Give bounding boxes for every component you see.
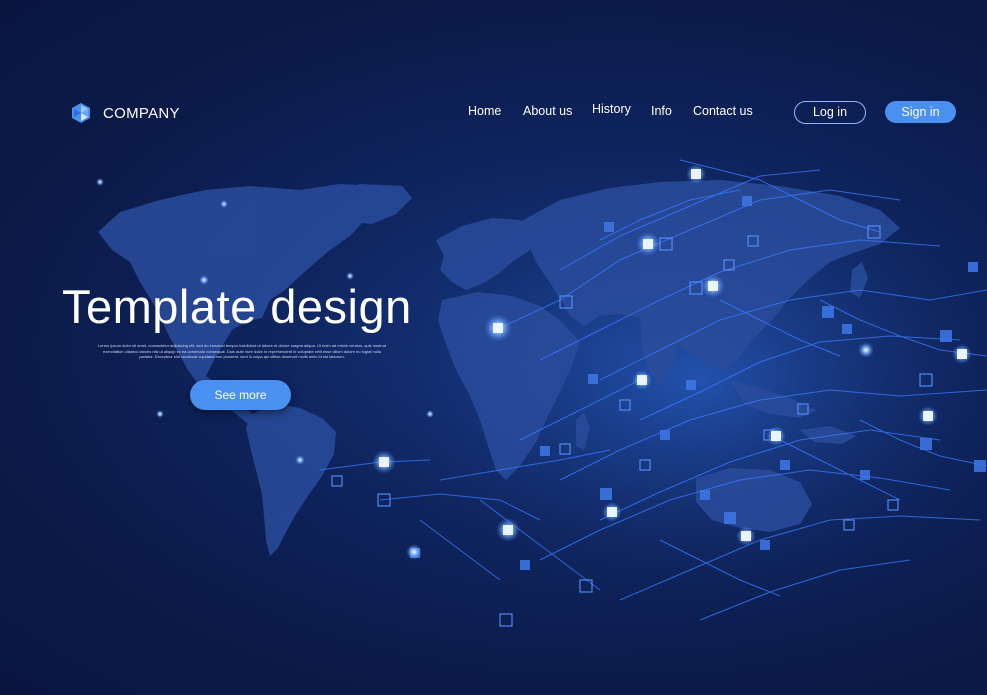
nav-history[interactable]: History: [592, 102, 631, 116]
see-more-button[interactable]: See more: [190, 380, 291, 410]
nav-contact-us[interactable]: Contact us: [693, 104, 753, 118]
hexagon-logo-icon: [69, 101, 93, 125]
hero-title: Template design: [62, 280, 412, 333]
company-name: COMPANY: [103, 104, 180, 122]
company-logo[interactable]: COMPANY: [69, 101, 180, 125]
signin-button[interactable]: Sign in: [885, 101, 956, 123]
hero-description: Lorem ipsum dolor sit amet, consectetur …: [97, 343, 387, 360]
nav-home[interactable]: Home: [468, 104, 501, 118]
login-button[interactable]: Log in: [794, 101, 866, 124]
nav-info[interactable]: Info: [651, 104, 672, 118]
nav-about-us[interactable]: About us: [523, 104, 572, 118]
landing-page: COMPANY Home About us History Info Conta…: [0, 0, 987, 695]
